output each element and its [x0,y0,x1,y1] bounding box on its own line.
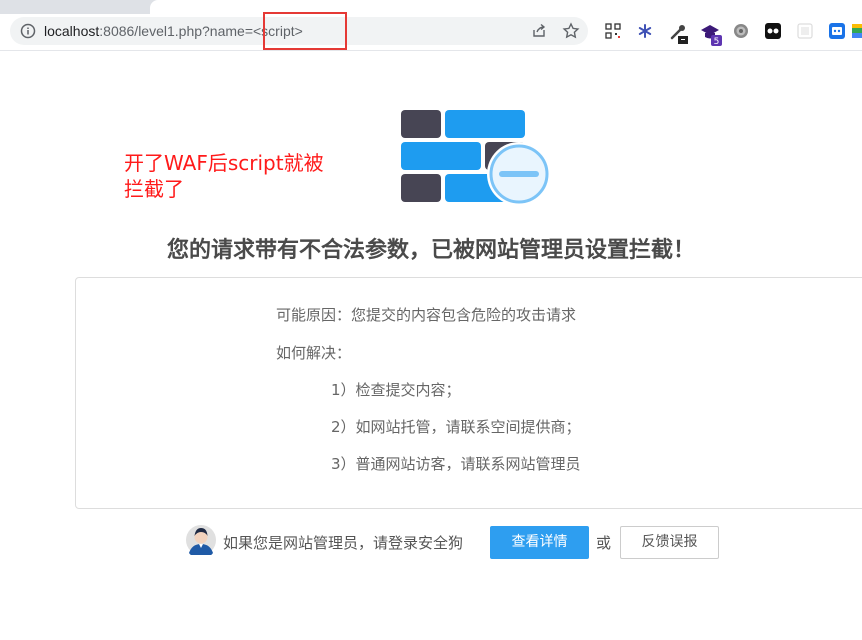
url-host: localhost [44,23,100,39]
view-details-button[interactable]: 查看详情 [490,526,589,559]
solution-item: 2）如网站托管，请联系空间提供商； [331,418,581,436]
admin-login-text: 如果您是网站管理员，请登录安全狗 [223,534,464,552]
browser-toolbar: localhost:8086/level1.php?name=<script> [0,14,862,51]
page-title: 您的请求带有不合法参数，已被网站管理员设置拦截！ [166,238,695,263]
gear-extension-icon[interactable] [732,22,750,40]
game-extension-icon[interactable] [764,22,782,40]
info-icon[interactable] [20,23,36,39]
or-text: 或 [596,534,612,552]
partial-extension-icon[interactable] [852,22,862,40]
qr-code-icon[interactable] [604,22,622,40]
admin-avatar-icon [186,525,216,555]
star-icon[interactable] [562,22,580,40]
reason-panel: 可能原因：您提交的内容包含危险的攻击请求 如何解决： 1）检查提交内容； 2）如… [75,277,862,509]
reason-text: 可能原因：您提交的内容包含危险的攻击请求 [276,306,577,324]
robot-extension-icon[interactable] [828,22,846,40]
extension-badge: 5 [714,37,720,46]
annotation-line-2: 拦截了 [124,177,184,201]
eyedropper-extension-icon[interactable] [668,22,690,44]
firewall-logo-icon [401,110,551,206]
solution-item: 1）检查提交内容； [331,381,461,399]
graduation-cap-extension-icon[interactable]: 5 [700,22,724,46]
solution-item: 3）普通网站访客，请联系网站管理员 [331,455,581,473]
how-to-solve-label: 如何解决： [276,344,352,362]
report-false-positive-button[interactable]: 反馈误报 [620,526,719,559]
asterisk-extension-icon[interactable] [636,22,654,40]
tab-strip [0,0,862,14]
share-icon[interactable] [530,22,548,40]
active-tab[interactable] [150,0,862,14]
white-extension-icon[interactable] [796,22,814,40]
waf-annotation: 开了WAF后script就被 拦截了 [124,150,354,202]
annotation-line-1: 开了WAF后script就被 [124,151,324,175]
url-highlight-box [263,12,347,50]
